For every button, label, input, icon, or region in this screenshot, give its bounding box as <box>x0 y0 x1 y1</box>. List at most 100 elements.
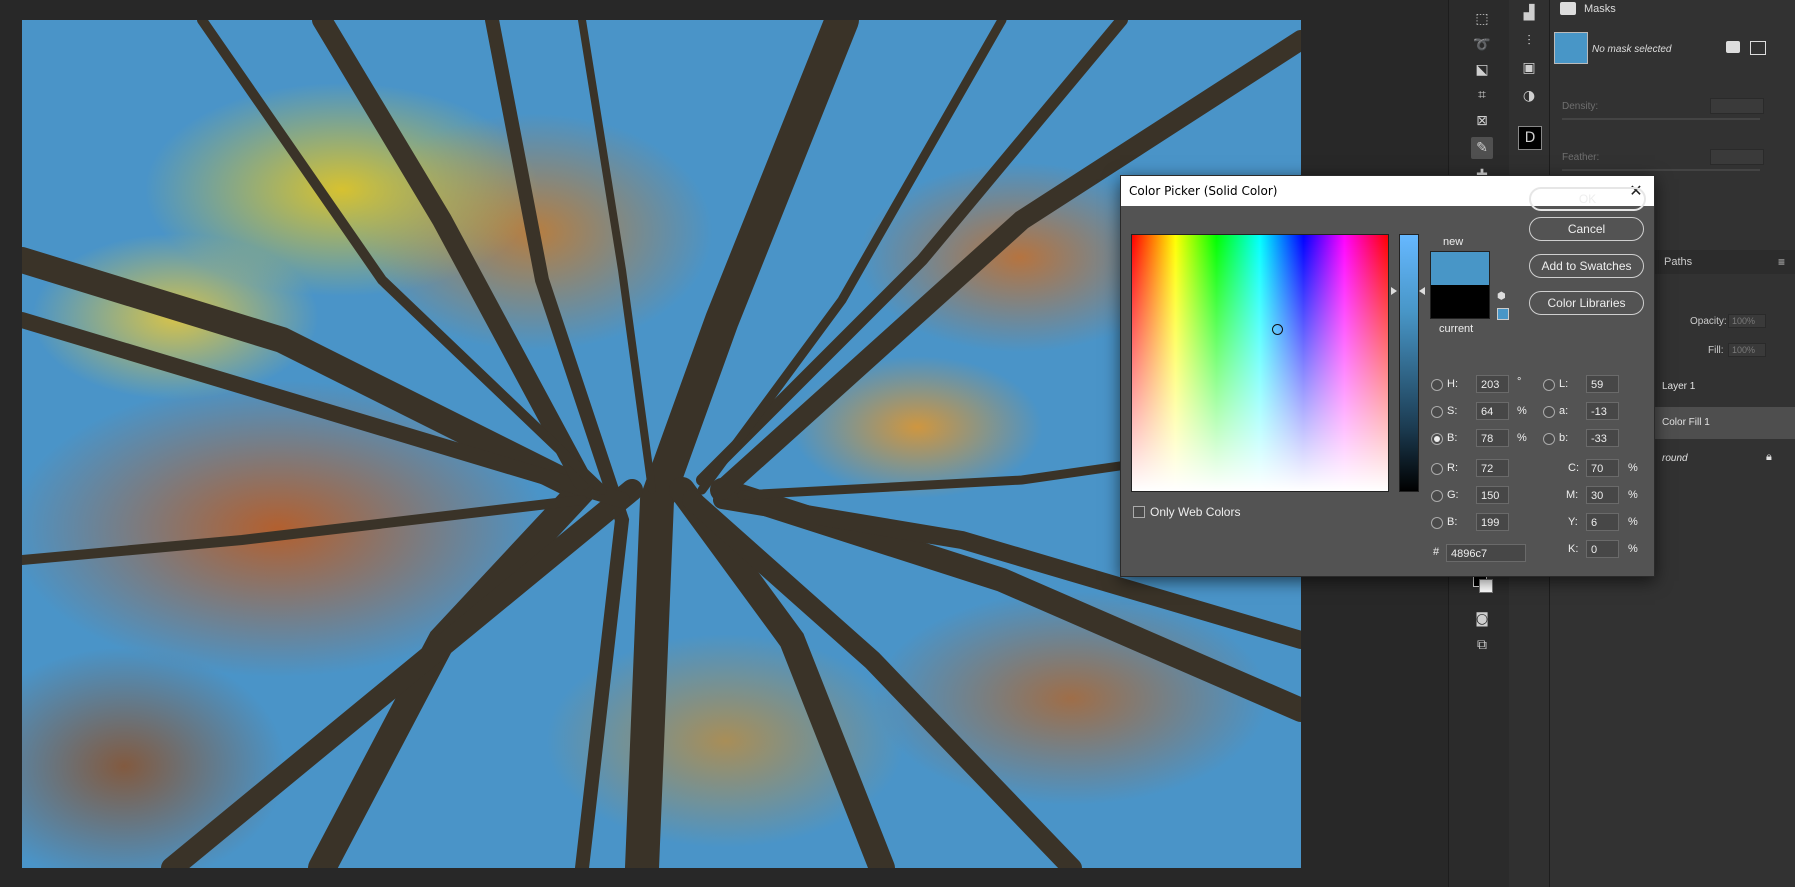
density-slider[interactable] <box>1562 118 1760 120</box>
a-label: a: <box>1559 405 1569 417</box>
y-field[interactable]: 6 <box>1586 513 1619 531</box>
l-field[interactable]: 59 <box>1586 375 1619 393</box>
frame-tool-icon[interactable]: ⊠ <box>1471 110 1493 132</box>
c-field[interactable]: 70 <box>1586 459 1619 477</box>
layer-name: Layer 1 <box>1662 381 1696 392</box>
marquee-tool-icon[interactable]: ⬚ <box>1471 8 1493 30</box>
b-field[interactable]: 78 <box>1476 429 1509 447</box>
density-field[interactable] <box>1710 98 1764 114</box>
dialog-title: Color Picker (Solid Color) <box>1129 184 1278 198</box>
k-field[interactable]: 0 <box>1586 540 1619 558</box>
tab-paths[interactable]: Paths <box>1664 256 1692 268</box>
color-picker-dialog: Color Picker (Solid Color) ✕ new current… <box>1120 175 1655 577</box>
layer-row[interactable]: Color Fill 1 <box>1642 407 1795 439</box>
m-label: M: <box>1566 489 1579 501</box>
b-label: B: <box>1447 432 1458 444</box>
panel-menu-icon[interactable]: ≡ <box>1778 255 1785 269</box>
r-field[interactable]: 72 <box>1476 459 1509 477</box>
c-unit: % <box>1628 462 1638 474</box>
layer-name: round <box>1662 453 1688 464</box>
a-field[interactable]: -13 <box>1586 402 1619 420</box>
color-field-picker-circle[interactable] <box>1272 324 1283 335</box>
current-color-swatch[interactable] <box>1430 285 1490 319</box>
h-radio[interactable] <box>1431 379 1443 391</box>
lab-b-radio[interactable] <box>1543 433 1555 445</box>
y-label: Y: <box>1568 516 1578 528</box>
quick-mask-icon[interactable]: ◙ <box>1471 608 1493 630</box>
k-unit: % <box>1628 543 1638 555</box>
l-label: L: <box>1559 378 1569 390</box>
g-radio[interactable] <box>1431 490 1443 502</box>
masks-title: Masks <box>1584 3 1616 15</box>
slider-arrow-right-icon[interactable] <box>1391 287 1397 295</box>
layer-row[interactable]: round 🔒︎ <box>1642 443 1795 475</box>
libraries-icon[interactable]: ▣ <box>1518 57 1540 79</box>
density-label: Density: <box>1562 101 1599 112</box>
hex-field[interactable]: 4896c7 <box>1446 544 1526 562</box>
add-to-swatches-button[interactable]: Add to Swatches <box>1529 254 1644 278</box>
m-field[interactable]: 30 <box>1586 486 1619 504</box>
s-field[interactable]: 64 <box>1476 402 1509 420</box>
ok-button[interactable]: OK <box>1529 187 1646 211</box>
feather-label: Feather: <box>1562 152 1600 163</box>
opacity-label: Opacity: <box>1690 316 1727 327</box>
adjustments-icon[interactable]: ⫶ <box>1518 30 1540 52</box>
h-unit: ° <box>1517 376 1522 388</box>
color-field[interactable] <box>1131 234 1389 492</box>
eyedropper-tool-icon[interactable]: ✎ <box>1471 137 1493 159</box>
lab-b-label: b: <box>1559 432 1569 444</box>
cancel-button[interactable]: Cancel <box>1529 217 1644 241</box>
s-label: S: <box>1447 405 1458 417</box>
new-label: new <box>1443 236 1464 248</box>
object-select-tool-icon[interactable]: ⬕ <box>1471 59 1493 81</box>
mask-thumbnail[interactable] <box>1554 32 1588 64</box>
current-label: current <box>1439 323 1474 335</box>
c-label: C: <box>1568 462 1579 474</box>
fill-field[interactable]: 100% <box>1728 343 1766 357</box>
k-label: K: <box>1568 543 1579 555</box>
layer-row[interactable]: Layer 1 <box>1642 371 1795 403</box>
blue-radio[interactable] <box>1431 517 1443 529</box>
crop-tool-icon[interactable]: ⌗ <box>1471 84 1493 106</box>
slider-arrow-left-icon[interactable] <box>1419 287 1425 295</box>
b-radio[interactable] <box>1431 433 1443 445</box>
mask-icon <box>1560 2 1576 15</box>
only-web-colors-label: Only Web Colors <box>1150 505 1241 519</box>
y-unit: % <box>1628 516 1638 528</box>
b-unit: % <box>1517 432 1527 444</box>
only-web-colors-checkbox[interactable] <box>1133 506 1145 518</box>
histogram-icon[interactable]: ▟ <box>1518 2 1540 24</box>
m-unit: % <box>1628 489 1638 501</box>
fill-label: Fill: <box>1708 345 1724 356</box>
opacity-field[interactable]: 100% <box>1728 314 1766 328</box>
styles-icon[interactable]: ◑ <box>1518 85 1540 107</box>
tree-trunks-graphic <box>22 20 1301 868</box>
vector-mask-icon[interactable] <box>1750 41 1766 55</box>
forest-canopy-photo[interactable] <box>22 20 1301 868</box>
l-radio[interactable] <box>1543 379 1555 391</box>
pixel-mask-icon[interactable] <box>1726 41 1740 53</box>
h-label: H: <box>1447 378 1458 390</box>
r-radio[interactable] <box>1431 463 1443 475</box>
color-slider[interactable] <box>1399 234 1419 492</box>
mask-row: No mask selected <box>1550 30 1795 70</box>
lock-icon: 🔒︎ <box>1766 451 1772 463</box>
lab-b-field[interactable]: -33 <box>1586 429 1619 447</box>
new-color-swatch <box>1430 251 1490 286</box>
feather-field[interactable] <box>1710 149 1764 165</box>
out-of-gamut-cube-icon[interactable]: ⬢ <box>1497 292 1507 302</box>
r-label: R: <box>1447 462 1458 474</box>
color-libraries-button[interactable]: Color Libraries <box>1529 291 1644 315</box>
g-field[interactable]: 150 <box>1476 486 1509 504</box>
blue-field[interactable]: 199 <box>1476 513 1509 531</box>
web-safe-swatch-icon[interactable] <box>1497 308 1509 320</box>
feather-slider[interactable] <box>1562 169 1760 171</box>
screen-mode-icon[interactable]: ⧉ <box>1471 634 1493 656</box>
h-field[interactable]: 203 <box>1476 375 1509 393</box>
a-radio[interactable] <box>1543 406 1555 418</box>
s-unit: % <box>1517 405 1527 417</box>
plugin-icon[interactable]: D <box>1518 126 1542 150</box>
lasso-tool-icon[interactable]: ➰ <box>1471 34 1493 56</box>
s-radio[interactable] <box>1431 406 1443 418</box>
masks-header: Masks <box>1550 0 1795 20</box>
